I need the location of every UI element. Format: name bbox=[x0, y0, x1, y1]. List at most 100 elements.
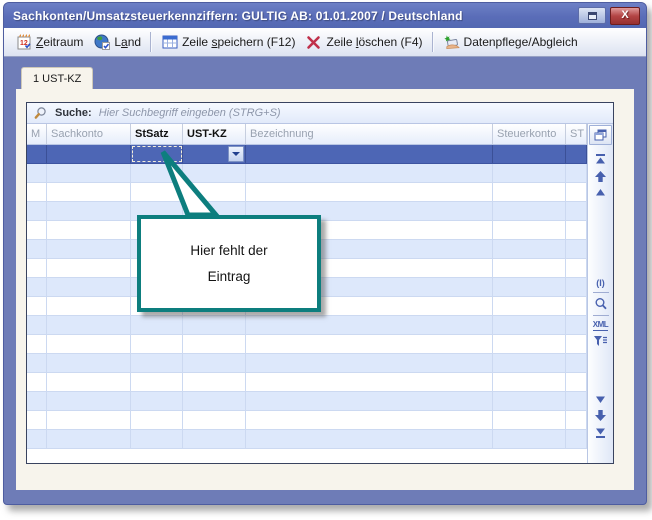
datenpflege-button[interactable]: Datenpflege/Abgleich bbox=[438, 32, 583, 52]
table-cell[interactable] bbox=[183, 221, 246, 239]
table-cell[interactable] bbox=[183, 373, 246, 391]
table-cell[interactable] bbox=[183, 430, 246, 448]
table-cell[interactable] bbox=[183, 164, 246, 182]
table-cell[interactable] bbox=[131, 145, 183, 163]
table-cell[interactable] bbox=[183, 145, 246, 163]
save-row-button[interactable]: Zeile speichern (F12) bbox=[156, 32, 300, 52]
table-cell[interactable] bbox=[246, 164, 493, 182]
table-cell[interactable] bbox=[131, 259, 183, 277]
table-cell[interactable] bbox=[493, 164, 566, 182]
column-header-st[interactable]: ST bbox=[566, 124, 587, 144]
scroll-to-top-button[interactable] bbox=[594, 153, 607, 166]
table-cell[interactable] bbox=[131, 278, 183, 296]
table-cell[interactable] bbox=[566, 221, 587, 239]
table-cell[interactable] bbox=[131, 335, 183, 353]
table-cell[interactable] bbox=[183, 316, 246, 334]
table-cell[interactable] bbox=[493, 145, 566, 163]
table-cell[interactable] bbox=[27, 202, 47, 220]
scroll-down-button[interactable] bbox=[594, 409, 607, 422]
table-cell[interactable] bbox=[493, 411, 566, 429]
table-row[interactable] bbox=[27, 354, 587, 373]
table-cell[interactable] bbox=[47, 259, 131, 277]
table-cell[interactable] bbox=[246, 316, 493, 334]
table-row[interactable] bbox=[27, 183, 587, 202]
table-cell[interactable] bbox=[493, 373, 566, 391]
title-bar[interactable]: Sachkonten/Umsatzsteuerkennziffern: GULT… bbox=[4, 3, 646, 28]
table-cell[interactable] bbox=[27, 354, 47, 372]
table-cell[interactable] bbox=[47, 392, 131, 410]
table-cell[interactable] bbox=[246, 278, 493, 296]
table-row-selected[interactable] bbox=[27, 145, 587, 164]
table-cell[interactable] bbox=[183, 297, 246, 315]
table-cell[interactable] bbox=[183, 259, 246, 277]
table-row[interactable] bbox=[27, 373, 587, 392]
table-row[interactable] bbox=[27, 335, 587, 354]
scroll-to-bottom-button[interactable] bbox=[594, 426, 607, 439]
table-cell[interactable] bbox=[47, 278, 131, 296]
table-cell[interactable] bbox=[566, 164, 587, 182]
table-cell[interactable] bbox=[27, 221, 47, 239]
table-cell[interactable] bbox=[246, 240, 493, 258]
table-cell[interactable] bbox=[131, 316, 183, 334]
delete-row-button[interactable]: Zeile löschen (F4) bbox=[300, 32, 427, 52]
column-header-bezeichnung[interactable]: Bezeichnung bbox=[246, 124, 493, 144]
table-cell[interactable] bbox=[131, 164, 183, 182]
table-cell[interactable] bbox=[183, 202, 246, 220]
table-row[interactable] bbox=[27, 278, 587, 297]
table-cell[interactable] bbox=[566, 240, 587, 258]
table-cell[interactable] bbox=[566, 430, 587, 448]
table-cell[interactable] bbox=[27, 316, 47, 334]
table-cell[interactable] bbox=[47, 164, 131, 182]
group-button[interactable]: (I) bbox=[596, 279, 605, 288]
table-cell[interactable] bbox=[493, 297, 566, 315]
ustkz-dropdown-button[interactable] bbox=[228, 146, 244, 162]
table-cell[interactable] bbox=[131, 240, 183, 258]
table-cell[interactable] bbox=[47, 335, 131, 353]
close-button[interactable]: X bbox=[610, 7, 640, 25]
table-cell[interactable] bbox=[47, 411, 131, 429]
table-row[interactable] bbox=[27, 202, 587, 221]
table-cell[interactable] bbox=[47, 430, 131, 448]
column-header-ust-kz[interactable]: UST-KZ bbox=[183, 124, 246, 144]
column-header-m[interactable]: M bbox=[27, 124, 47, 144]
restore-button[interactable] bbox=[578, 7, 606, 24]
table-cell[interactable] bbox=[47, 316, 131, 334]
search-input[interactable]: Hier Suchbegriff eingeben (STRG+S) bbox=[99, 107, 281, 119]
table-row[interactable] bbox=[27, 430, 587, 449]
table-cell[interactable] bbox=[27, 373, 47, 391]
table-cell[interactable] bbox=[566, 392, 587, 410]
table-cell[interactable] bbox=[566, 373, 587, 391]
table-cell[interactable] bbox=[566, 145, 587, 163]
table-cell[interactable] bbox=[47, 240, 131, 258]
table-cell[interactable] bbox=[493, 335, 566, 353]
table-cell[interactable] bbox=[47, 145, 131, 163]
table-cell[interactable] bbox=[246, 354, 493, 372]
table-cell[interactable] bbox=[493, 221, 566, 239]
table-cell[interactable] bbox=[131, 354, 183, 372]
table-cell[interactable] bbox=[246, 373, 493, 391]
land-button[interactable]: Land bbox=[88, 32, 146, 52]
table-cell[interactable] bbox=[493, 202, 566, 220]
table-cell[interactable] bbox=[47, 354, 131, 372]
table-cell[interactable] bbox=[246, 202, 493, 220]
table-cell[interactable] bbox=[566, 411, 587, 429]
table-cell[interactable] bbox=[27, 335, 47, 353]
locate-button[interactable] bbox=[594, 297, 608, 311]
filter-button[interactable] bbox=[593, 335, 608, 348]
table-cell[interactable] bbox=[131, 373, 183, 391]
table-cell[interactable] bbox=[493, 240, 566, 258]
table-cell[interactable] bbox=[183, 183, 246, 201]
table-cell[interactable] bbox=[566, 202, 587, 220]
table-cell[interactable] bbox=[566, 278, 587, 296]
table-cell[interactable] bbox=[27, 183, 47, 201]
table-cell[interactable] bbox=[566, 183, 587, 201]
table-cell[interactable] bbox=[131, 411, 183, 429]
table-cell[interactable] bbox=[183, 335, 246, 353]
table-cell[interactable] bbox=[47, 202, 131, 220]
table-cell[interactable] bbox=[493, 430, 566, 448]
table-cell[interactable] bbox=[27, 259, 47, 277]
table-cell[interactable] bbox=[47, 183, 131, 201]
table-row[interactable] bbox=[27, 240, 587, 259]
table-cell[interactable] bbox=[27, 278, 47, 296]
table-cell[interactable] bbox=[27, 145, 47, 163]
